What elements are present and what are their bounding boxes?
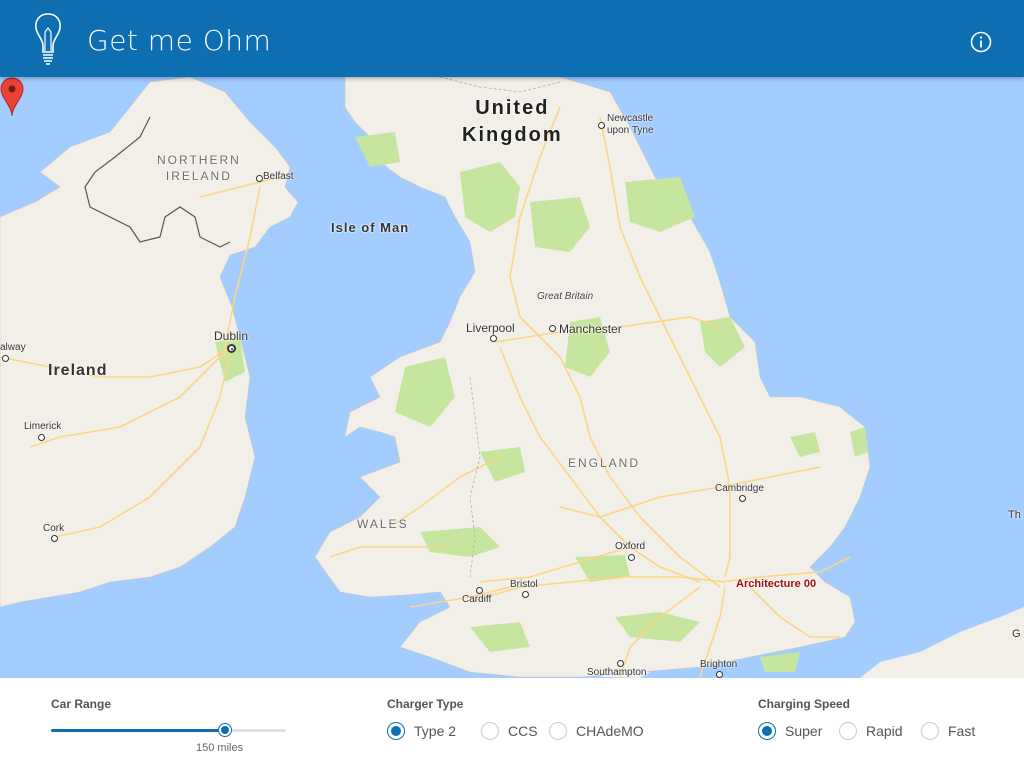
radio-label: Type 2 — [414, 723, 457, 739]
france-landmass — [860, 607, 1024, 678]
radio-speed-super[interactable]: Super — [758, 721, 822, 741]
city-dot-manchester — [549, 325, 556, 332]
label-great-britain: Great Britain — [537, 291, 594, 302]
charging-speed-title: Charging Speed — [758, 697, 851, 711]
city-label-brighton: Brighton — [700, 659, 738, 670]
city-dot-cardiff — [476, 587, 483, 594]
radio-circle — [387, 722, 405, 740]
region-label-northern-ireland: NORTHERN IRELAND — [157, 152, 241, 184]
app-header: Get me Ohm — [0, 0, 1024, 77]
radio-circle — [758, 722, 776, 740]
radio-circle — [839, 722, 857, 740]
city-dot-belfast — [256, 175, 263, 182]
city-label-cork: Cork — [43, 523, 65, 534]
city-dot-brighton — [716, 671, 723, 678]
city-label-edge-right-2: G — [1012, 628, 1021, 640]
city-dot-southampton — [617, 660, 624, 667]
marker-label[interactable]: Architecture 00 — [736, 578, 816, 590]
radio-charger-type-2[interactable]: Type 2 — [387, 721, 456, 741]
city-label-southampton: Southampton — [587, 667, 647, 678]
info-icon[interactable] — [969, 30, 993, 54]
city-label-cardiff: Cardiff — [462, 594, 492, 605]
city-dot-limerick — [38, 434, 45, 441]
city-label-newcastle: Newcastle upon Tyne — [607, 113, 654, 137]
radio-speed-rapid[interactable]: Rapid — [839, 721, 903, 741]
city-label-edge-right: Th — [1008, 509, 1021, 521]
country-label-uk-line2: Kingdom — [462, 124, 563, 146]
city-dot-bristol — [522, 591, 529, 598]
radio-circle — [921, 722, 939, 740]
country-label-ireland: Ireland — [48, 362, 108, 379]
radio-charger-chademo[interactable]: CHAdeMO — [549, 721, 644, 741]
car-range-value: 150 miles — [196, 742, 244, 754]
city-dot-newcastle — [598, 122, 605, 129]
region-label-wales: WALES — [357, 517, 409, 531]
city-dot-liverpool — [490, 335, 497, 342]
radio-charger-ccs[interactable]: CCS — [481, 721, 538, 741]
region-label-ni-line1: NORTHERN — [157, 153, 241, 167]
city-dot-cork — [51, 535, 58, 542]
map-view[interactable]: United Kingdom Ireland NORTHERN IRELAND … — [0, 77, 1024, 678]
city-dot-cambridge — [739, 495, 746, 502]
city-dot-oxford — [628, 554, 635, 561]
radio-speed-fast[interactable]: Fast — [921, 721, 975, 741]
charger-type-title: Charger Type — [387, 697, 464, 711]
city-label-newcastle-line1: Newcastle — [607, 113, 654, 124]
city-label-oxford: Oxford — [615, 541, 646, 552]
radio-label: Fast — [948, 723, 976, 739]
city-label-belfast: Belfast — [263, 171, 294, 182]
car-range-slider-thumb[interactable] — [218, 724, 231, 736]
radio-label: CCS — [508, 723, 538, 739]
region-label-england: ENGLAND — [568, 456, 641, 470]
lightbulb-icon — [35, 13, 61, 65]
city-label-galway: alway — [0, 342, 26, 353]
country-label-uk: United Kingdom — [462, 95, 563, 149]
city-dot-galway — [2, 355, 9, 362]
radio-circle — [549, 722, 567, 740]
city-label-limerick: Limerick — [24, 421, 62, 432]
island-label-isle-of-man: Isle of Man — [331, 220, 410, 235]
controls-panel: Car Range 150 miles Charger Type Type 2 … — [0, 678, 1024, 768]
radio-label: Rapid — [866, 723, 903, 739]
city-dot-dublin — [227, 344, 236, 353]
car-range-title: Car Range — [51, 697, 112, 711]
radio-label: CHAdeMO — [576, 723, 644, 739]
car-range-slider-fill — [51, 729, 225, 732]
app-title: Get me Ohm — [87, 24, 272, 57]
country-label-uk-line1: United — [475, 97, 550, 119]
city-label-cambridge: Cambridge — [715, 483, 764, 494]
region-label-ni-line2: IRELAND — [165, 169, 232, 183]
city-label-bristol: Bristol — [510, 579, 538, 590]
city-label-dublin: Dublin — [214, 329, 249, 343]
city-label-liverpool: Liverpool — [466, 321, 515, 335]
car-range-slider[interactable] — [51, 724, 286, 736]
radio-label: Super — [785, 723, 823, 739]
city-label-newcastle-line2: upon Tyne — [607, 125, 654, 136]
map-pin-icon[interactable] — [0, 77, 24, 117]
radio-circle — [481, 722, 499, 740]
city-label-manchester: Manchester — [559, 322, 622, 336]
